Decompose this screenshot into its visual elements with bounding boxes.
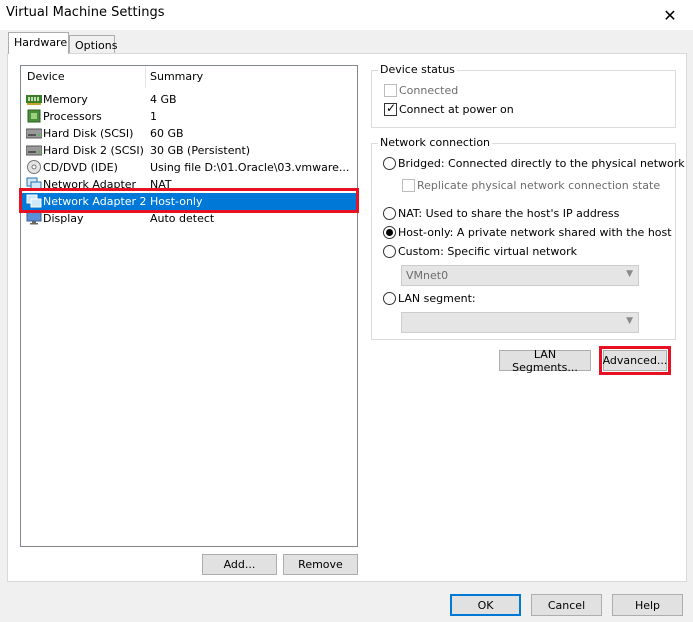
network-adapter-icon: [26, 194, 42, 208]
device-name: Display: [43, 212, 84, 225]
device-summary: Auto detect: [150, 212, 215, 225]
device-status-label: Device status: [378, 63, 457, 76]
hard-disk-icon: [26, 145, 42, 156]
device-row-display[interactable]: Display Auto detect: [21, 210, 357, 227]
device-summary: 1: [150, 110, 157, 123]
window-title: Virtual Machine Settings: [6, 5, 165, 20]
device-summary: Host-only: [150, 195, 203, 208]
hard-disk-icon: [26, 128, 42, 139]
summary-column-header[interactable]: Summary: [150, 70, 203, 83]
device-name: Hard Disk 2 (SCSI): [43, 144, 144, 157]
memory-icon: [26, 95, 42, 105]
close-button[interactable]: ✕: [647, 0, 693, 30]
network-connection-label: Network connection: [378, 136, 493, 149]
device-name: Hard Disk (SCSI): [43, 127, 134, 140]
host-only-label: Host-only: A private network shared with…: [398, 226, 672, 239]
ok-button[interactable]: OK: [450, 594, 521, 616]
connect-at-power-on-label: Connect at power on: [399, 103, 514, 116]
host-only-radio[interactable]: [383, 226, 396, 239]
custom-radio[interactable]: [383, 245, 396, 258]
add-button[interactable]: Add...: [202, 554, 277, 575]
replicate-label: Replicate physical network connection st…: [417, 179, 661, 192]
custom-network-value: VMnet0: [406, 269, 449, 282]
network-adapter-icon: [26, 177, 42, 191]
lan-segment-radio[interactable]: [383, 292, 396, 305]
device-summary: Using file D:\01.Oracle\03.vmware...: [150, 161, 350, 174]
device-row-hard-disk-2[interactable]: Hard Disk 2 (SCSI) 30 GB (Persistent): [21, 142, 357, 159]
device-summary: 60 GB: [150, 127, 184, 140]
replicate-checkbox[interactable]: [402, 179, 415, 192]
cancel-button[interactable]: Cancel: [531, 594, 602, 616]
device-row-network-adapter-2[interactable]: Network Adapter 2 Host-only: [21, 193, 357, 210]
remove-button[interactable]: Remove: [283, 554, 358, 575]
device-row-network-adapter[interactable]: Network Adapter NAT: [21, 176, 357, 193]
device-column-header[interactable]: Device: [27, 70, 65, 83]
chevron-down-icon: ▼: [626, 316, 633, 326]
bridged-label: Bridged: Connected directly to the physi…: [398, 157, 685, 170]
device-row-memory[interactable]: Memory 4 GB: [21, 91, 357, 108]
display-icon: [26, 211, 42, 225]
device-row-cd-dvd[interactable]: CD/DVD (IDE) Using file D:\01.Oracle\03.…: [21, 159, 357, 176]
radio-selected-dot: [386, 229, 393, 236]
connected-checkbox[interactable]: [384, 84, 397, 97]
cd-dvd-icon: [27, 160, 41, 174]
chevron-down-icon: ▼: [626, 269, 633, 279]
device-summary: 4 GB: [150, 93, 177, 106]
device-name: CD/DVD (IDE): [43, 161, 118, 174]
network-connection-group: Network connection: [371, 136, 676, 340]
checkmark-icon: ✓: [386, 101, 397, 115]
nat-label: NAT: Used to share the host's IP address: [398, 207, 620, 220]
lan-segments-button[interactable]: LAN Segments...: [499, 348, 591, 374]
lan-segment-select[interactable]: ▼: [401, 312, 639, 333]
connect-at-power-on-checkbox[interactable]: ✓: [384, 101, 397, 116]
lan-segment-label: LAN segment:: [398, 292, 476, 305]
nat-radio[interactable]: [383, 207, 396, 220]
device-status-group: Device status: [371, 63, 676, 128]
device-name: Network Adapter: [43, 178, 137, 191]
device-row-hard-disk[interactable]: Hard Disk (SCSI) 60 GB: [21, 125, 357, 142]
device-summary: NAT: [150, 178, 172, 191]
device-name: Network Adapter 2: [43, 195, 147, 208]
tab-hardware[interactable]: Hardware: [8, 32, 69, 54]
advanced-button[interactable]: Advanced...: [603, 350, 667, 371]
device-name: Memory: [43, 93, 88, 106]
device-list[interactable]: Device Summary Memory 4 GB Processors 1 …: [20, 65, 358, 547]
custom-label: Custom: Specific virtual network: [398, 245, 577, 258]
bridged-radio[interactable]: [383, 157, 396, 170]
custom-network-select[interactable]: VMnet0 ▼: [401, 265, 639, 286]
device-row-processors[interactable]: Processors 1: [21, 108, 357, 125]
column-divider[interactable]: [145, 66, 146, 88]
processor-icon: [27, 109, 41, 123]
help-button[interactable]: Help: [612, 594, 683, 616]
close-icon: ✕: [663, 5, 677, 25]
title-bar: Virtual Machine Settings ✕: [0, 0, 693, 30]
device-summary: 30 GB (Persistent): [150, 144, 251, 157]
device-name: Processors: [43, 110, 102, 123]
connected-label: Connected: [399, 84, 459, 97]
list-header: Device Summary: [21, 66, 357, 88]
